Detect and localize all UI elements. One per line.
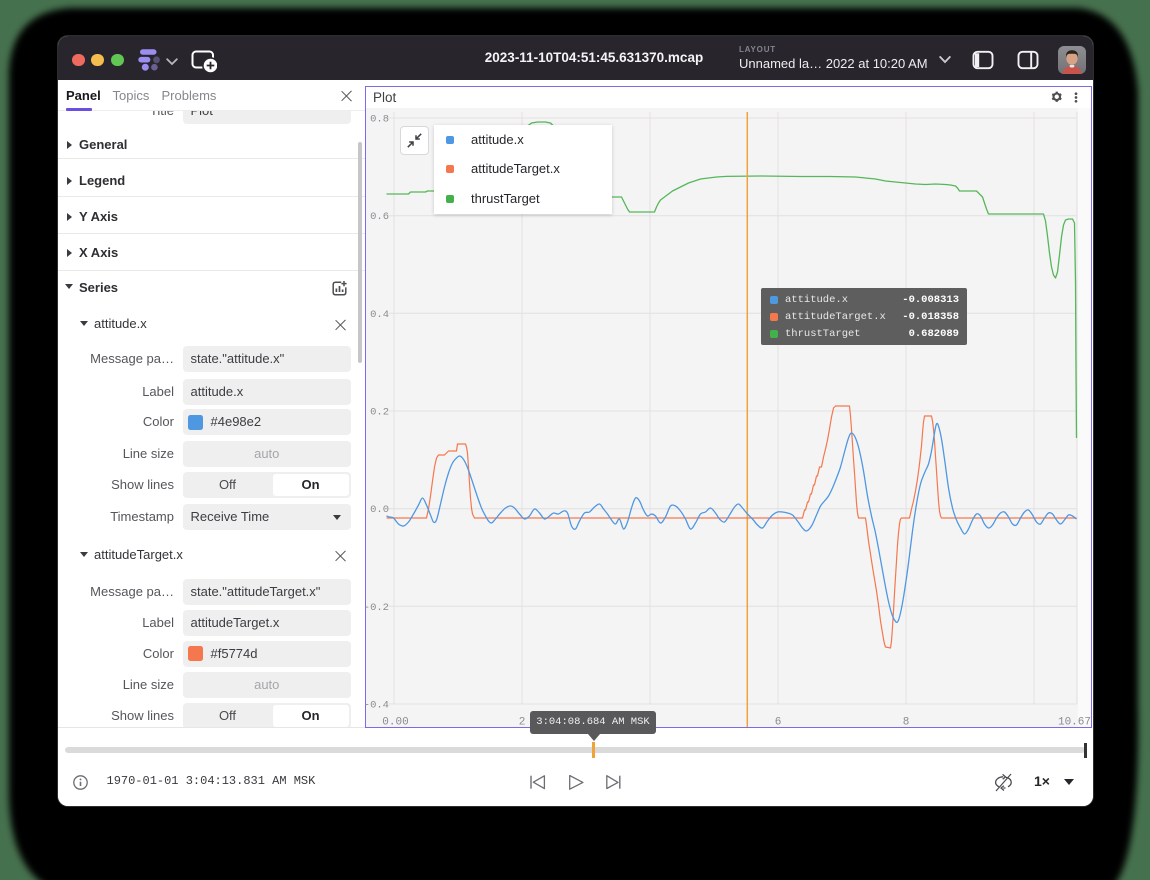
svg-text:-0.4: -0.4 — [364, 700, 389, 712]
svg-text:6: 6 — [775, 717, 782, 729]
svg-text:0.2: 0.2 — [370, 407, 389, 419]
svg-text:8: 8 — [903, 717, 910, 729]
svg-text:10.67: 10.67 — [1058, 717, 1091, 729]
svg-text:-0.2: -0.2 — [364, 602, 389, 614]
svg-text:0.8: 0.8 — [370, 114, 389, 126]
svg-text:0.0: 0.0 — [370, 504, 389, 516]
svg-text:0.6: 0.6 — [370, 211, 389, 223]
svg-text:0.00: 0.00 — [382, 717, 408, 729]
svg-text:0.4: 0.4 — [370, 309, 389, 321]
svg-text:2: 2 — [519, 717, 526, 729]
